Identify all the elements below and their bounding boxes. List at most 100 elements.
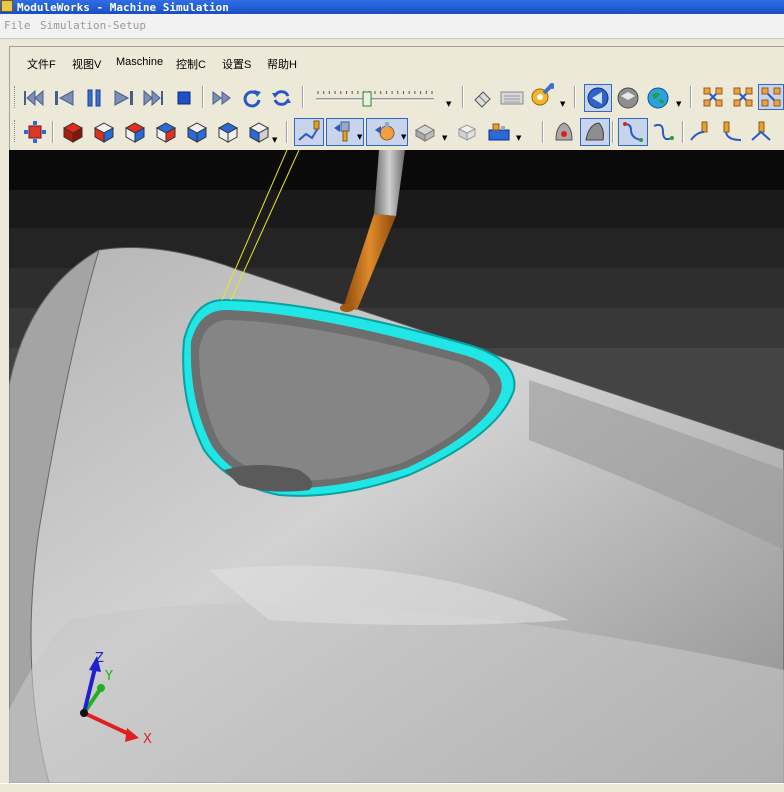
separator <box>690 86 692 108</box>
tool-axis-button-2[interactable] <box>718 119 744 145</box>
menu-file[interactable]: File <box>4 19 31 32</box>
reload-icon <box>243 90 261 108</box>
menu-simulation-setup[interactable]: Simulation-Setup <box>40 19 146 32</box>
axes-multi-icon-1 <box>703 87 723 107</box>
cube-back-button[interactable] <box>215 119 241 145</box>
separator <box>462 86 464 108</box>
path-line-button[interactable] <box>618 118 648 146</box>
tool-axis-button-3[interactable] <box>748 119 774 145</box>
settings-dropdown-arrow[interactable]: ▼ <box>560 100 565 108</box>
toolbar-grip[interactable] <box>14 120 18 142</box>
cube-iso-button[interactable] <box>246 119 272 145</box>
cube-back-icon <box>217 122 239 143</box>
tool-holder-button[interactable]: ▼ <box>326 118 364 146</box>
keyboard-button[interactable] <box>500 86 524 110</box>
tool-tip <box>340 304 354 312</box>
settings-button[interactable] <box>530 83 554 108</box>
stock-button[interactable] <box>454 119 480 145</box>
tool-ball-icon <box>375 122 395 141</box>
simulation-viewport[interactable]: X Y Z <box>9 150 784 783</box>
tool-holder-icon <box>334 121 350 142</box>
path-line-icon <box>623 122 643 142</box>
double-play-icon <box>212 91 231 105</box>
stop-button[interactable] <box>172 86 196 110</box>
tool-holder-dropdown-arrow[interactable]: ▼ <box>357 133 362 141</box>
view-gray-icon <box>617 87 639 109</box>
stop-icon <box>177 91 191 105</box>
axis-z-label: Z <box>95 651 104 666</box>
cube-front-button[interactable] <box>91 119 117 145</box>
cube-right-icon <box>124 122 146 143</box>
separator <box>286 121 288 143</box>
menu-maschine[interactable]: Maschine <box>116 56 163 68</box>
separator <box>52 121 54 143</box>
step-forward-button[interactable] <box>112 86 136 110</box>
origin-view-button[interactable] <box>22 119 48 145</box>
toolbar-grip[interactable] <box>14 86 18 108</box>
tool-axis-icon-2 <box>723 121 742 141</box>
settings-icon <box>531 83 554 106</box>
tool-axis-icon-3 <box>751 121 771 141</box>
top-menu-bar: File Simulation-Setup <box>0 14 784 39</box>
menu-help[interactable]: 帮助H <box>267 56 297 72</box>
axes-multi-button-1[interactable] <box>700 84 726 110</box>
fixture-button[interactable] <box>486 119 512 145</box>
pause-icon <box>87 89 101 107</box>
cube-red-button[interactable] <box>60 119 86 145</box>
fast-forward-button[interactable] <box>142 86 166 110</box>
cube-red-icon <box>62 122 84 143</box>
menu-view[interactable]: 视图V <box>72 56 101 72</box>
cube-dropdown-arrow[interactable]: ▼ <box>272 136 277 144</box>
reload-button[interactable] <box>240 86 264 110</box>
tool-ball-button[interactable]: ▼ <box>366 118 408 146</box>
step-back-button[interactable] <box>52 86 76 110</box>
axes-multi-icon-2 <box>733 87 753 107</box>
menu-settings[interactable]: 设置S <box>222 56 251 72</box>
double-play-button[interactable] <box>210 86 234 110</box>
fixture-dropdown-arrow[interactable]: ▼ <box>516 134 521 142</box>
path-curve-button[interactable] <box>650 119 676 145</box>
globe-icon <box>647 87 669 109</box>
pause-button[interactable] <box>82 86 106 110</box>
view-gray-button[interactable] <box>614 84 642 112</box>
separator <box>302 86 304 108</box>
refresh-icon <box>272 90 291 106</box>
view-blue-button[interactable] <box>584 84 612 112</box>
collision-button[interactable] <box>550 119 578 145</box>
slider-dropdown-arrow[interactable]: ▼ <box>446 100 451 108</box>
workpiece-button[interactable] <box>412 119 438 145</box>
skip-to-start-button[interactable] <box>22 86 46 110</box>
axes-multi-button-2[interactable] <box>730 84 756 110</box>
view-dropdown-arrow[interactable]: ▼ <box>676 100 681 108</box>
refresh-button[interactable] <box>270 86 294 110</box>
tool-path-button[interactable] <box>294 118 324 146</box>
cube-left-button[interactable] <box>184 119 210 145</box>
scene: X Y Z <box>9 150 784 783</box>
material-icon <box>585 122 604 141</box>
separator <box>612 121 614 143</box>
tool-ball-dropdown-arrow[interactable]: ▼ <box>401 133 406 141</box>
menu-control[interactable]: 控制C <box>176 56 206 72</box>
tool-axis-button-1[interactable] <box>688 119 714 145</box>
cube-right-button[interactable] <box>122 119 148 145</box>
stock-icon <box>457 124 477 141</box>
keyboard-icon <box>500 91 524 105</box>
speed-slider[interactable] <box>314 88 436 110</box>
workpiece-dropdown-arrow[interactable]: ▼ <box>442 134 447 142</box>
material-button[interactable] <box>580 118 610 146</box>
left-strip <box>0 39 9 791</box>
step-forward-icon <box>114 90 133 106</box>
separator <box>202 86 204 108</box>
collision-icon <box>555 122 573 141</box>
globe-button[interactable] <box>644 84 672 112</box>
tool-axis-icon-1 <box>690 121 708 141</box>
eraser-button[interactable] <box>470 86 494 110</box>
view-blue-icon <box>587 87 609 109</box>
axis-x-label: X <box>143 732 152 747</box>
axes-multi-button-3[interactable] <box>758 84 784 110</box>
cube-top-button[interactable] <box>153 119 179 145</box>
menu-file-cn[interactable]: 文件F <box>27 56 56 72</box>
window-title: ModuleWorks - Machine Simulation <box>17 1 229 14</box>
slider-thumb[interactable] <box>362 91 372 107</box>
axis-origin <box>80 709 88 717</box>
